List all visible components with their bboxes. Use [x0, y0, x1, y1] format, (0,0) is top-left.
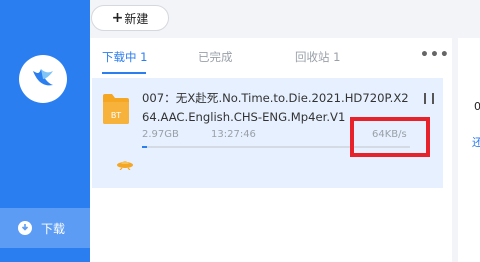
details-pane: 0 还	[458, 38, 480, 262]
plus-icon: +	[111, 10, 124, 26]
app-logo	[19, 55, 67, 103]
tab-bar: 下载中 1 已完成 回收站 1 •••	[90, 38, 452, 74]
svg-text:BT: BT	[111, 111, 121, 120]
new-task-label: 新建	[124, 11, 149, 26]
speed-highlight-box	[350, 117, 430, 157]
new-task-button[interactable]: + 新建	[91, 5, 169, 31]
time-remaining: 13:27:46	[211, 129, 256, 140]
ufo-icon	[117, 161, 133, 170]
sidebar-item-label: 下载	[41, 221, 66, 236]
details-text: 0	[474, 100, 480, 113]
active-tab-indicator	[102, 72, 146, 74]
tab-completed[interactable]: 已完成	[198, 49, 233, 65]
tab-recycle-bin[interactable]: 回收站 1	[295, 49, 340, 65]
details-link[interactable]: 还	[472, 134, 480, 150]
download-icon	[18, 221, 32, 235]
progress-fill	[142, 146, 148, 148]
more-options-icon[interactable]: •••	[420, 47, 450, 63]
bt-file-icon: BT	[103, 94, 129, 124]
sidebar: 下载	[0, 0, 90, 262]
file-size: 2.97GB	[142, 129, 179, 140]
pause-icon[interactable]	[424, 93, 434, 104]
tab-downloading[interactable]: 下载中 1	[102, 49, 147, 65]
hummingbird-icon	[33, 69, 53, 86]
sidebar-item-download[interactable]: 下载	[0, 208, 90, 248]
